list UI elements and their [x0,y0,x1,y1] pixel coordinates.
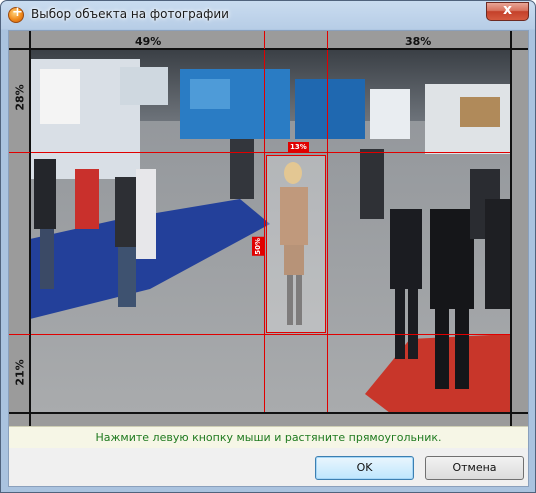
grid-line-right [327,49,328,413]
ruler-tick-top-right [327,31,328,49]
frame-border-right [510,31,512,426]
selection-top-badge: 13% [288,142,309,152]
ruler-tick-top-mid [264,31,265,49]
title-bar[interactable]: Выбор объекта на фотографии x [1,1,535,29]
hint-bar: Нажмите левую кнопку мыши и растяните пр… [9,426,528,448]
ruler-tick-left-top [9,152,30,153]
hint-text: Нажмите левую кнопку мыши и растяните пр… [95,431,442,444]
ok-button[interactable]: OK [315,456,414,480]
dialog-client-area: 49% 38% 28% 21% 13% 50% Нажмите левую кн… [8,30,529,487]
window-title: Выбор объекта на фотографии [31,7,229,21]
frame-border-bottom [9,412,528,414]
grid-line-bottom [30,334,511,335]
frame-border-top [9,48,528,50]
ruler-left-top-percent: 28% [13,84,27,111]
cancel-button[interactable]: Отмена [425,456,524,480]
exhibition-photo[interactable]: 13% 50% [30,49,511,413]
app-icon [8,5,24,23]
close-button[interactable]: x [486,2,529,21]
close-icon: x [502,2,513,18]
ruler-top-right-percent: 38% [405,35,432,48]
selection-rectangle[interactable] [266,155,326,333]
photo-frame: 49% 38% 28% 21% 13% 50% [9,31,528,426]
ruler-top-left-percent: 49% [135,35,162,48]
frame-border-left [29,31,31,426]
ruler-tick-left-bottom [9,334,30,335]
grid-line-top [30,152,511,153]
dialog-window: Выбор объекта на фотографии x 49% 38% 28… [0,0,536,493]
ruler-left-bottom-percent: 21% [13,359,27,386]
selection-side-badge: 50% [252,237,264,256]
grid-line-left [264,49,265,413]
